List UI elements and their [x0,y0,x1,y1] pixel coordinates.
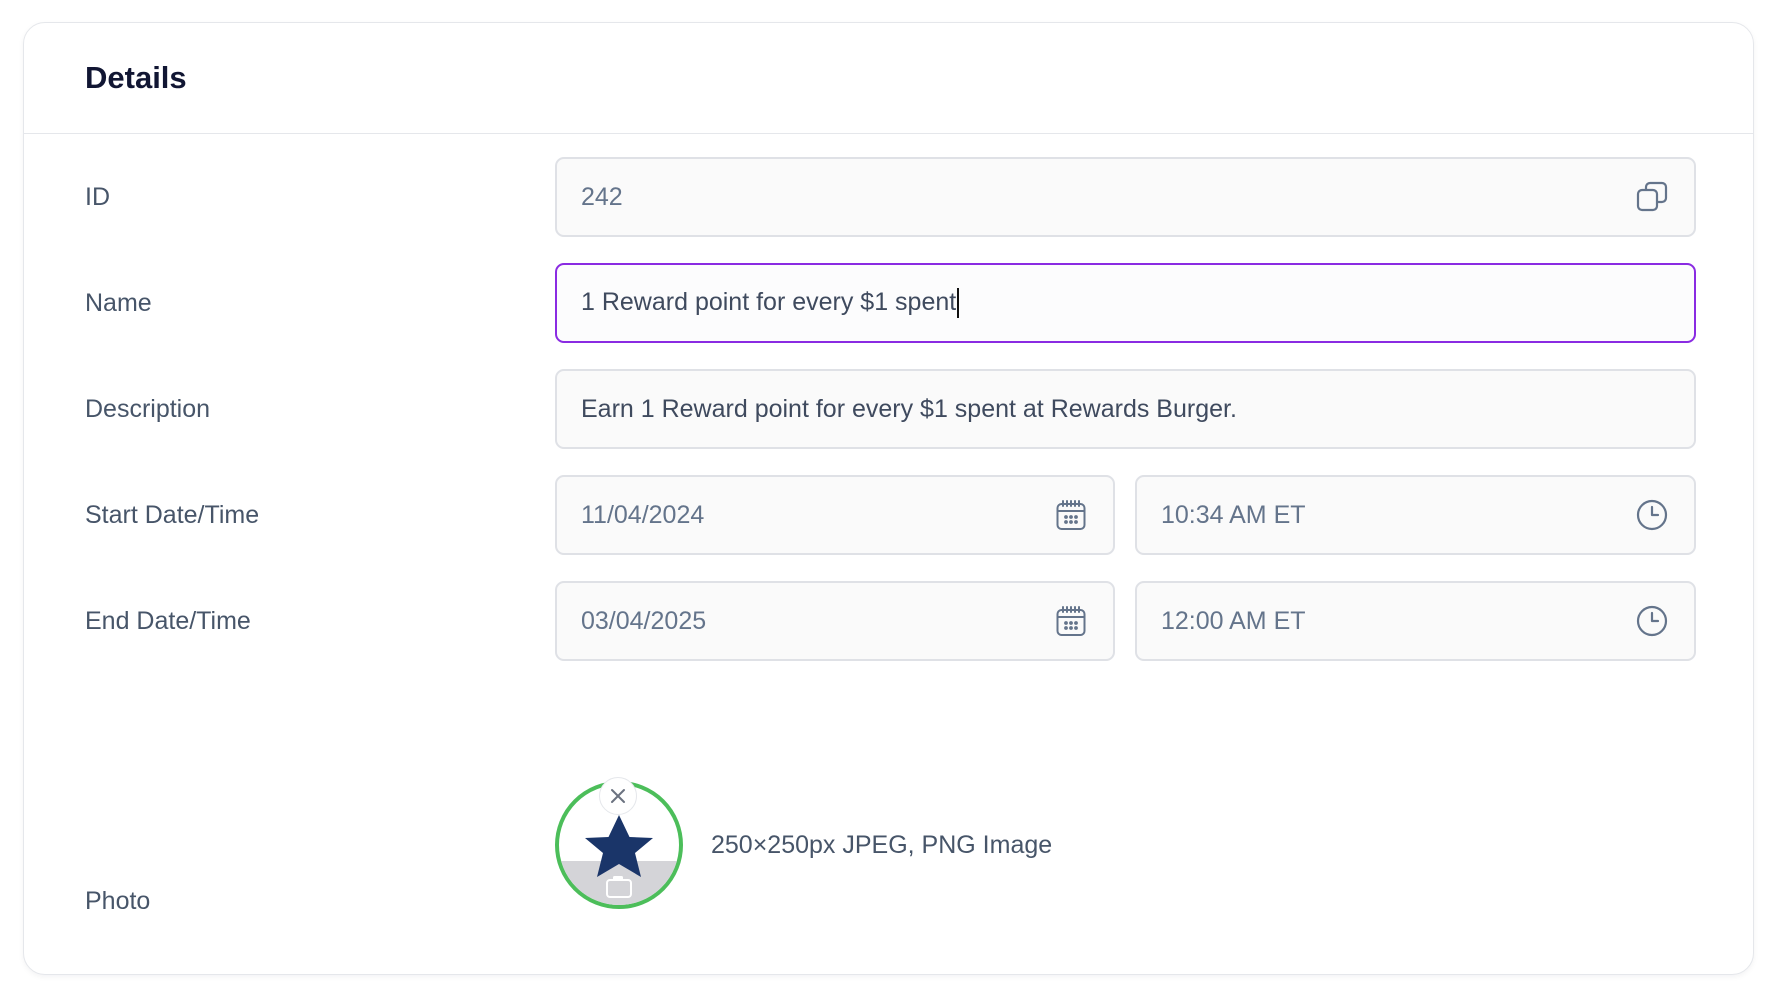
name-input[interactable]: 1 Reward point for every $1 spent [555,263,1696,343]
close-icon [611,789,625,803]
start-date-input[interactable]: 11/04/2024 [555,475,1115,555]
card-title: Details [85,60,187,95]
id-row: ID 242 [24,157,1753,237]
calendar-icon[interactable] [1053,603,1089,639]
photo-uploader[interactable] [555,777,683,909]
clock-icon[interactable] [1634,497,1670,533]
text-caret [957,288,960,319]
id-field[interactable]: 242 [555,157,1696,237]
end-time-value: 12:00 AM ET [1161,606,1306,635]
description-input[interactable]: Earn 1 Reward point for every $1 spent a… [555,369,1696,449]
details-card: Details ID 242 Name 1 Reward point for e… [23,22,1754,975]
name-label: Name [85,289,152,317]
clock-icon[interactable] [1634,603,1670,639]
description-row: Description Earn 1 Reward point for ever… [24,369,1753,449]
id-value: 242 [581,182,623,211]
photo-label: Photo [85,887,151,915]
id-label: ID [85,183,110,211]
copy-icon[interactable] [1634,179,1670,215]
start-time-input[interactable]: 10:34 AM ET [1135,475,1696,555]
end-datetime-row: End Date/Time 03/04/2025 12:00 AM ET [24,581,1753,661]
photo-hint: 250×250px JPEG, PNG Image [711,831,1053,859]
name-text: 1 Reward point for every $1 spent [581,287,957,316]
start-date-value: 11/04/2024 [581,500,705,529]
name-row: Name 1 Reward point for every $1 spent [24,263,1753,343]
name-value: 1 Reward point for every $1 spent [581,287,1670,319]
description-value: Earn 1 Reward point for every $1 spent a… [581,394,1237,423]
start-time-value: 10:34 AM ET [1161,500,1306,529]
calendar-icon[interactable] [1053,497,1089,533]
remove-photo-button[interactable] [599,777,637,815]
end-time-input[interactable]: 12:00 AM ET [1135,581,1696,661]
start-datetime-label: Start Date/Time [85,501,260,529]
camera-icon [606,876,632,898]
end-date-input[interactable]: 03/04/2025 [555,581,1115,661]
end-date-value: 03/04/2025 [581,606,707,635]
card-header: Details [24,23,1753,134]
start-datetime-row: Start Date/Time 11/04/2024 10:34 AM ET [24,475,1753,555]
end-datetime-label: End Date/Time [85,607,251,635]
description-label: Description [85,395,211,423]
